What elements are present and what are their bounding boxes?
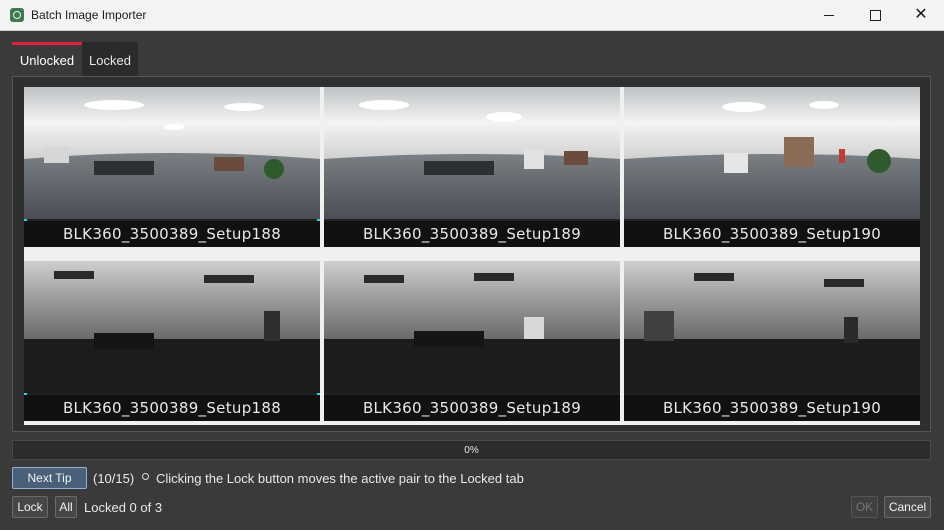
tip-text: Clicking the Lock button moves the activ… bbox=[156, 471, 524, 486]
tab-bar: Unlocked Locked bbox=[12, 42, 138, 76]
cancel-button[interactable]: Cancel bbox=[884, 496, 931, 518]
tab-unlocked[interactable]: Unlocked bbox=[12, 42, 82, 76]
progress-bar: 0% bbox=[12, 440, 931, 460]
minimize-icon bbox=[824, 14, 834, 16]
thumbnail-panel: BLK360_3500389_Setup188 BLK360_3500389_S… bbox=[12, 76, 931, 432]
next-tip-button[interactable]: Next Tip bbox=[12, 467, 87, 489]
panorama-image bbox=[324, 87, 620, 219]
maximize-button[interactable] bbox=[852, 0, 898, 30]
thumbnail-card[interactable]: BLK360_3500389_Setup188 bbox=[24, 87, 320, 247]
progress-text: 0% bbox=[464, 444, 479, 456]
minimize-button[interactable] bbox=[806, 0, 852, 30]
close-icon: ✕ bbox=[914, 6, 928, 23]
thumbnail-card[interactable]: BLK360_3500389_Setup189 bbox=[324, 261, 620, 421]
thumbnail-card[interactable]: BLK360_3500389_Setup190 bbox=[624, 87, 920, 247]
thumbnail-card[interactable]: BLK360_3500389_Setup188 bbox=[24, 261, 320, 421]
thumbnail-card[interactable]: BLK360_3500389_Setup189 bbox=[324, 87, 620, 247]
title-bar: Batch Image Importer ✕ bbox=[0, 0, 944, 31]
thumbnail-caption: BLK360_3500389_Setup190 bbox=[624, 221, 920, 247]
thumbnail-caption: BLK360_3500389_Setup189 bbox=[324, 221, 620, 247]
app-icon bbox=[10, 8, 24, 22]
panorama-image bbox=[24, 261, 320, 393]
thumbnail-grid: BLK360_3500389_Setup188 BLK360_3500389_S… bbox=[24, 87, 920, 425]
thumbnail-caption: BLK360_3500389_Setup190 bbox=[624, 395, 920, 421]
lock-button[interactable]: Lock bbox=[12, 496, 48, 518]
thumbnail-card[interactable]: BLK360_3500389_Setup190 bbox=[624, 261, 920, 421]
close-button[interactable]: ✕ bbox=[898, 0, 944, 30]
window-title: Batch Image Importer bbox=[31, 8, 147, 22]
tip-counter: (10/15) bbox=[93, 471, 135, 486]
maximize-icon bbox=[869, 9, 881, 21]
panorama-image bbox=[624, 87, 920, 219]
thumbnail-caption: BLK360_3500389_Setup188 bbox=[24, 395, 320, 421]
panorama-image bbox=[624, 261, 920, 393]
all-button[interactable]: All bbox=[55, 496, 77, 518]
tab-locked[interactable]: Locked bbox=[82, 42, 138, 76]
panorama-image bbox=[324, 261, 620, 393]
ok-button[interactable]: OK bbox=[851, 496, 878, 518]
locked-status: Locked 0 of 3 bbox=[84, 500, 163, 515]
panorama-image bbox=[24, 87, 320, 219]
bullet-icon bbox=[142, 473, 149, 480]
thumbnail-caption: BLK360_3500389_Setup188 bbox=[24, 221, 320, 247]
thumbnail-caption: BLK360_3500389_Setup189 bbox=[324, 395, 620, 421]
